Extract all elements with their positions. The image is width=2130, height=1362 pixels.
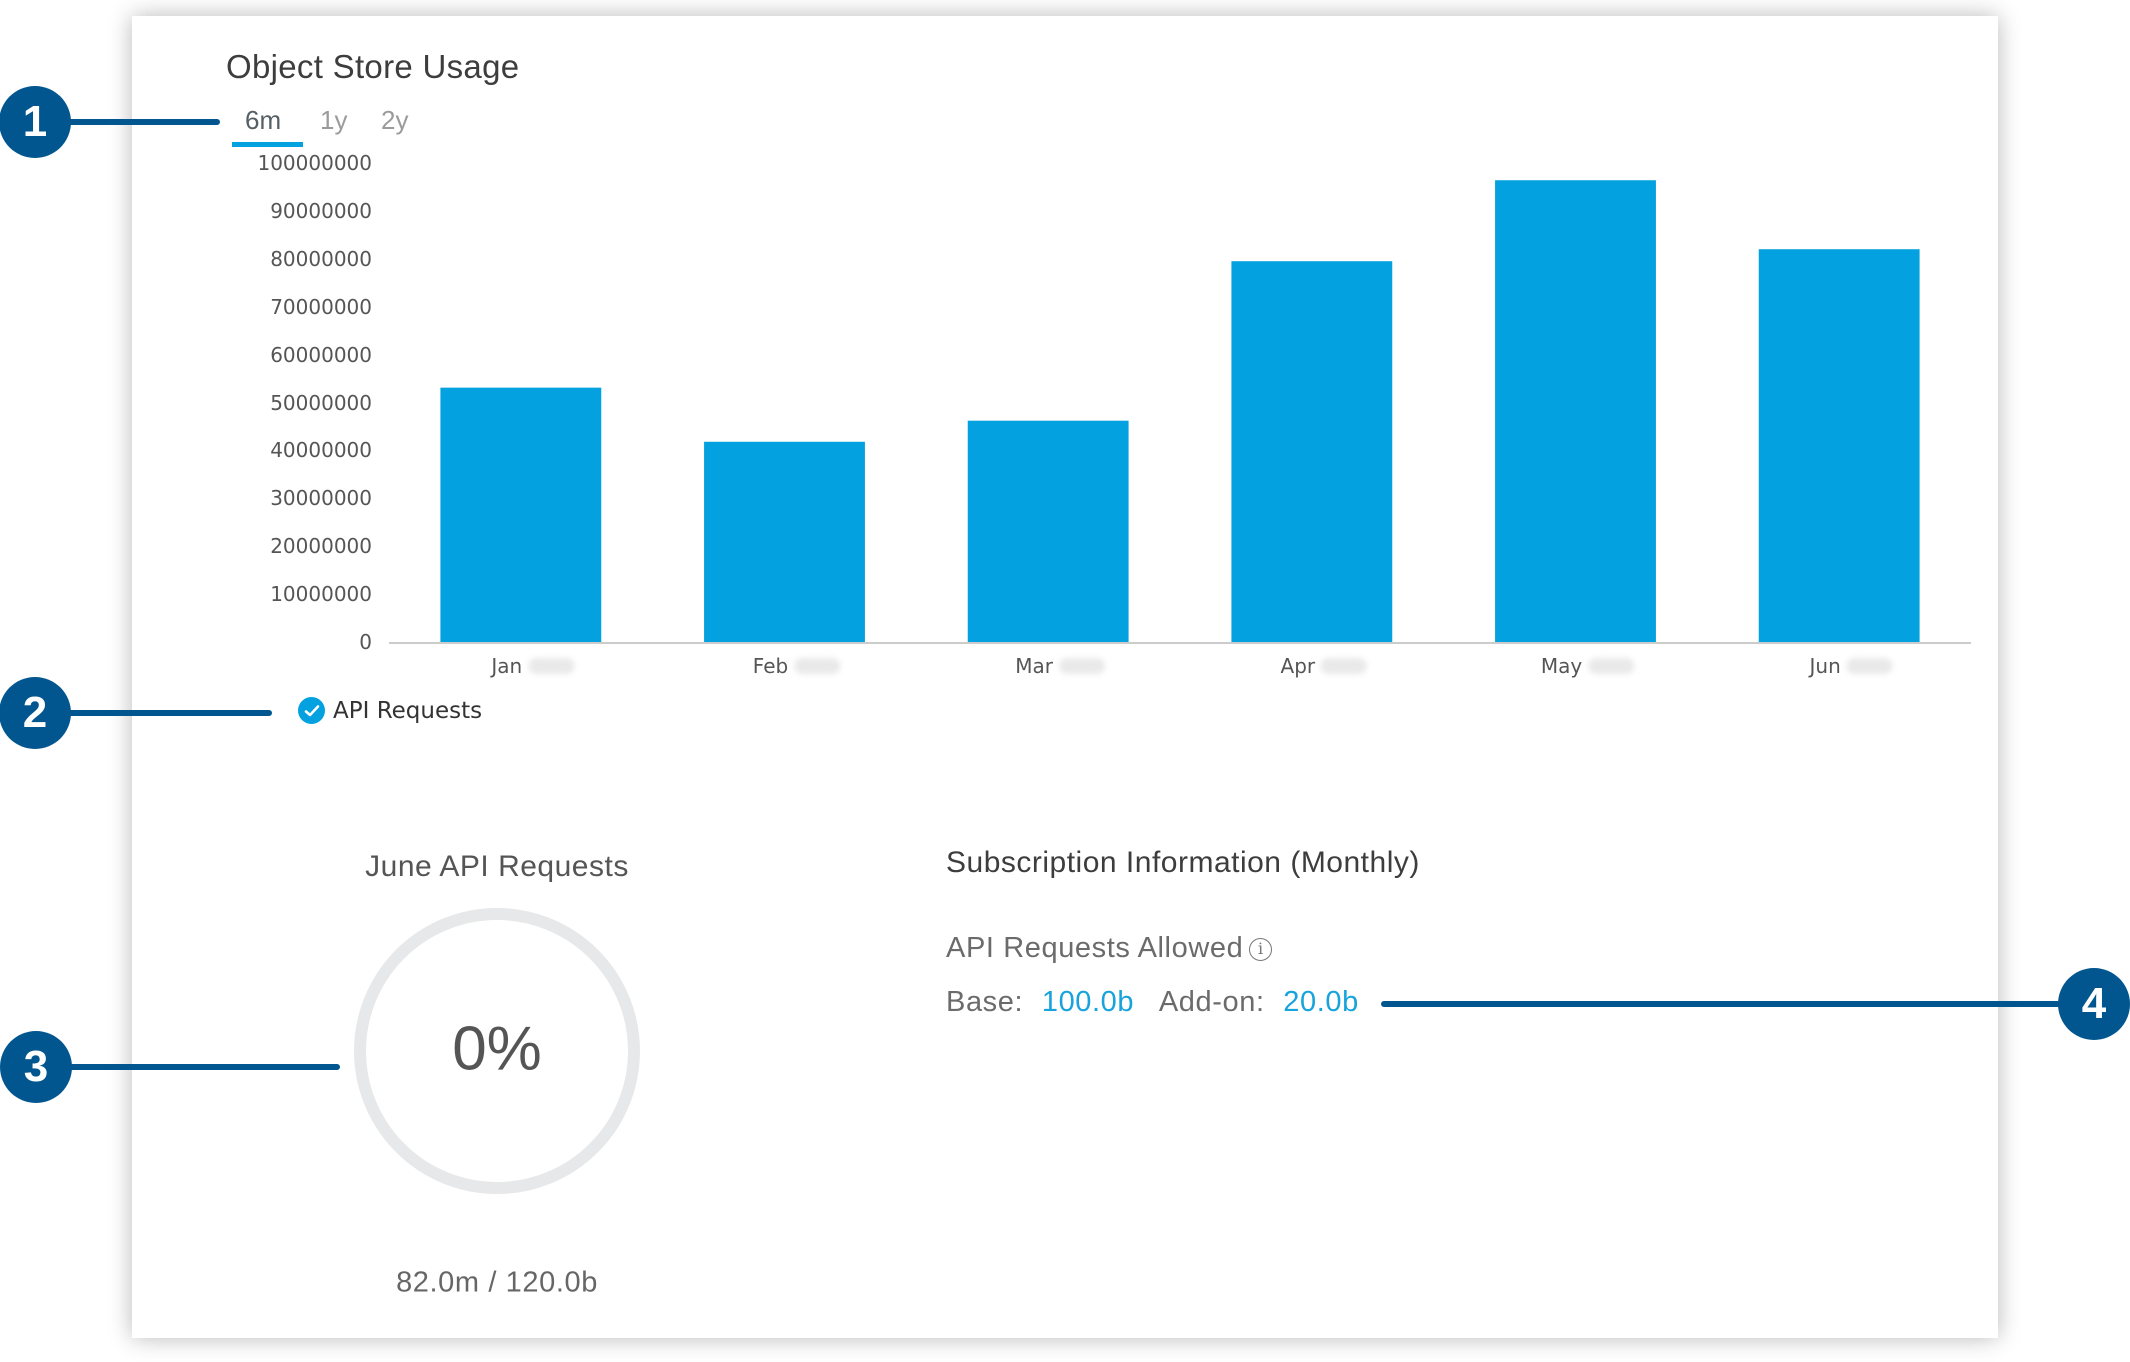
bar-jan[interactable] [440,387,602,642]
y-tick-label: 10000000 [270,582,372,607]
x-tick-label: Mar [1015,654,1106,678]
y-tick-label: 40000000 [270,438,372,463]
base-value: 100.0b [1041,986,1135,1018]
checkmark-icon [298,697,325,724]
bar-jun[interactable] [1758,249,1920,642]
y-tick-label: 60000000 [270,342,372,367]
gauge-usage: 82.0m / 120.0b [396,1266,598,1299]
info-icon[interactable]: i [1249,937,1273,961]
gauge-title: June API Requests [365,850,629,883]
x-tick-month: May [1540,654,1583,678]
addon-label: Add-on: [1158,986,1265,1018]
x-tick-label: Feb [752,654,841,678]
x-tick-label: Jun [1810,654,1893,678]
y-tick-label: 90000000 [270,198,372,223]
redacted-year [1846,658,1893,674]
legend-label: API Requests [333,697,483,724]
gauge-percent: 0% [452,1014,542,1084]
addon-value: 20.0b [1283,986,1359,1018]
redacted-year [1588,658,1635,674]
bar-feb[interactable] [704,441,865,642]
api-requests-allowed-row: API Requests Allowed i [946,932,1273,965]
redacted-year [794,658,841,674]
x-tick-month: Feb [752,654,789,678]
x-tick-month: Jan [491,654,523,678]
x-tick-month: Mar [1015,654,1054,678]
callout-3-badge: 3 [0,1031,72,1103]
bar-may[interactable] [1495,180,1656,642]
api-requests-allowed-label: API Requests Allowed [946,932,1244,964]
legend-item-api-requests[interactable]: API Requests [298,697,482,724]
y-tick-label: 80000000 [270,246,372,271]
x-tick-label: May [1540,654,1635,678]
redacted-year [1321,658,1368,674]
bar-mar[interactable] [967,420,1129,642]
base-label: Base: [946,986,1024,1018]
callout-2-badge: 2 [0,677,71,749]
subscription-values-row: Base: 100.0b Add-on: 20.0b [946,986,1359,1019]
y-tick-label: 20000000 [270,534,372,559]
x-tick-month: Apr [1280,654,1316,678]
subscription-title: Subscription Information (Monthly) [946,846,1420,879]
callout-2-line [36,710,272,716]
y-tick-label: 50000000 [270,390,372,415]
callout-1-badge: 1 [0,86,71,158]
redacted-year [1059,658,1106,674]
bar-apr[interactable] [1231,261,1393,642]
redacted-year [528,658,575,674]
y-tick-label: 70000000 [270,294,372,319]
x-tick-label: Apr [1281,654,1368,678]
callout-3-line [36,1064,340,1070]
y-tick-label: 30000000 [270,486,372,511]
y-tick-label: 100000000 [257,151,372,175]
x-tick-month: Jun [1809,654,1841,678]
callout-4-badge: 4 [2058,968,2130,1040]
x-tick-label: Jan [491,654,575,678]
callout-4-line [1381,1001,2061,1007]
y-tick-label: 0 [359,630,372,654]
